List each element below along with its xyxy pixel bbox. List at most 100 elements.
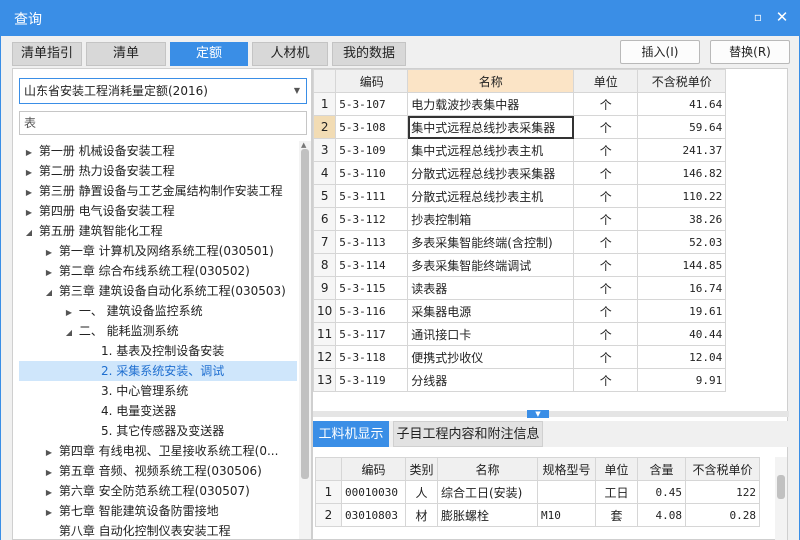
cell-price[interactable]: 40.44 [637,322,727,346]
cell-code[interactable]: 5-3-112 [335,207,409,231]
close-icon[interactable]: ✕ [774,9,790,25]
expand-arrow-icon[interactable]: ▶ [23,163,35,183]
column-header-name[interactable]: 名称 [437,457,538,481]
tree-item[interactable]: 3. 中心管理系统 [19,381,297,401]
expand-arrow-icon[interactable]: ▶ [43,263,55,283]
expand-arrow-icon[interactable]: ▶ [23,203,35,223]
cell-category[interactable]: 人 [405,480,438,504]
cell-price[interactable]: 0.28 [685,503,760,527]
column-header-price[interactable]: 不含税单价 [637,69,727,93]
cell-price[interactable]: 110.22 [637,184,727,208]
tree-item[interactable]: 1. 基表及控制设备安装 [19,341,297,361]
tree-item[interactable]: ▶ 第五章 音频、视频系统工程(030506) [19,461,297,481]
search-input[interactable] [19,111,307,135]
cell-code[interactable]: 5-3-115 [335,276,409,300]
cell-price[interactable]: 241.37 [637,138,727,162]
scrollbar-thumb[interactable] [777,475,785,499]
table-row[interactable]: 11 5-3-117 通讯接口卡个 40.44 [312,322,727,346]
cell-name[interactable]: 多表采集智能终端(含控制) [407,230,575,254]
collapse-arrow-icon[interactable]: ◢ [43,283,55,303]
cell-name[interactable]: 通讯接口卡 [407,322,575,346]
collapse-arrow-icon[interactable]: ◢ [63,323,75,343]
resource-scrollbar[interactable] [775,457,787,540]
table-row[interactable]: 9 5-3-115 读表器个 16.74 [312,276,727,300]
tab-content-notes[interactable]: 子目工程内容和附注信息 [393,421,543,447]
cell-price[interactable]: 19.61 [637,299,727,323]
tab-bill-guide[interactable]: 清单指引 [12,42,82,66]
scroll-up-icon[interactable]: ▲ [301,141,306,149]
cell-name[interactable]: 电力载波抄表集中器 [407,92,575,116]
cell-price[interactable]: 59.64 [637,115,727,139]
table-row-selected[interactable]: 2 5-3-108 集中式远程总线抄表采集器个 59.64 [312,115,727,139]
table-row[interactable]: 2 03010803 材 膨胀螺栓 M10 套 4.08 0.28 [315,503,760,527]
column-header-code[interactable]: 编码 [335,69,409,93]
cell-price[interactable]: 146.82 [637,161,727,185]
cell-unit[interactable]: 个 [573,138,639,162]
cell-unit[interactable]: 个 [573,299,639,323]
column-header-code[interactable]: 编码 [341,457,406,481]
cell-code[interactable]: 5-3-111 [335,184,409,208]
cell-code[interactable]: 5-3-114 [335,253,409,277]
expand-arrow-icon[interactable]: ▶ [43,243,55,263]
cell-unit[interactable]: 个 [573,92,639,116]
column-header-spec[interactable]: 规格型号 [537,457,596,481]
tab-my-data[interactable]: 我的数据 [332,42,406,66]
tree-scrollbar[interactable]: ▲ [299,141,311,539]
tree-item[interactable]: 4. 电量变送器 [19,401,297,421]
table-row[interactable]: 3 5-3-109 集中式远程总线抄表主机个 241.37 [312,138,727,162]
tree-item[interactable]: 5. 其它传感器及变送器 [19,421,297,441]
cell-price[interactable]: 144.85 [637,253,727,277]
tree-item[interactable]: ▶ 一、 建筑设备监控系统 [19,301,297,321]
cell-code[interactable]: 5-3-110 [335,161,409,185]
pane-splitter[interactable]: ▼ [313,410,789,418]
tab-labor-material-display[interactable]: 工料机显示 [313,421,389,447]
expand-arrow-icon[interactable]: ▶ [23,183,35,203]
tree-item[interactable]: ▶ 第四册 电气设备安装工程 [19,201,297,221]
tree-item[interactable]: ▶ 第三册 静置设备与工艺金属结构制作安装工程 [19,181,297,201]
cell-name[interactable]: 便携式抄收仪 [407,345,575,369]
tree-item[interactable]: ▶ 第七章 智能建筑设备防雷接地 [19,501,297,521]
minimize-icon[interactable]: ▫ [750,9,766,25]
cell-code[interactable]: 5-3-108 [335,115,409,139]
table-row[interactable]: 5 5-3-111 分散式远程总线抄表主机个 110.22 [312,184,727,208]
cell-code[interactable]: 03010803 [341,503,406,527]
column-header-unit[interactable]: 单位 [573,69,639,93]
table-row[interactable]: 10 5-3-116 采集器电源个 19.61 [312,299,727,323]
table-row[interactable]: 13 5-3-119 分线器个 9.91 [312,368,727,392]
cell-code[interactable]: 5-3-117 [335,322,409,346]
cell-code[interactable]: 5-3-118 [335,345,409,369]
cell-unit[interactable]: 套 [595,503,638,527]
tree-item[interactable]: ▶ 第六章 安全防范系统工程(030507) [19,481,297,501]
cell-unit[interactable]: 个 [573,345,639,369]
tab-bill[interactable]: 清单 [86,42,166,66]
cell-name[interactable]: 分线器 [407,368,575,392]
collapse-arrow-icon[interactable]: ◢ [23,223,35,243]
cell-code[interactable]: 5-3-119 [335,368,409,392]
column-header-name[interactable]: 名称 [407,69,575,93]
tree-item[interactable]: ▶ 第一章 计算机及网络系统工程(030501) [19,241,297,261]
cell-spec[interactable] [537,480,596,504]
cell-unit[interactable]: 个 [573,207,639,231]
cell-code[interactable]: 5-3-116 [335,299,409,323]
cell-unit[interactable]: 个 [573,184,639,208]
table-row[interactable]: 6 5-3-112 抄表控制箱个 38.26 [312,207,727,231]
cell-quantity[interactable]: 4.08 [637,503,686,527]
tree-item[interactable]: ▶ 第二册 热力设备安装工程 [19,161,297,181]
expand-arrow-icon[interactable]: ▶ [43,483,55,503]
tree-item-selected[interactable]: 2. 采集系统安装、调试 [19,361,297,381]
cell-price[interactable]: 122 [685,480,760,504]
table-row[interactable]: 12 5-3-118 便携式抄收仪个 12.04 [312,345,727,369]
cell-name[interactable]: 综合工日(安装) [437,480,538,504]
cell-price[interactable]: 16.74 [637,276,727,300]
tab-labor-material-machine[interactable]: 人材机 [252,42,328,66]
cell-price[interactable]: 41.64 [637,92,727,116]
cell-unit[interactable]: 个 [573,276,639,300]
table-row[interactable]: 1 5-3-107 电力载波抄表集中器个 41.64 [312,92,727,116]
cell-price[interactable]: 9.91 [637,368,727,392]
cell-name[interactable]: 读表器 [407,276,575,300]
table-row[interactable]: 8 5-3-114 多表采集智能终端调试个 144.85 [312,253,727,277]
cell-spec[interactable]: M10 [537,503,596,527]
cell-name[interactable]: 采集器电源 [407,299,575,323]
cell-quantity[interactable]: 0.45 [637,480,686,504]
cell-name[interactable]: 分散式远程总线抄表主机 [407,184,575,208]
